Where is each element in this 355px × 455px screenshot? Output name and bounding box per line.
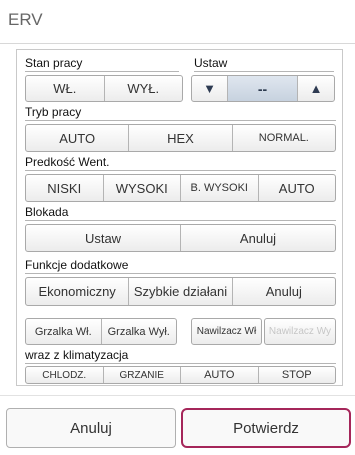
heater-toggle: Grzalka Wł. Grzalka Wył. [25, 318, 177, 345]
mode-label: Tryb pracy [25, 105, 82, 119]
status-toggle: WŁ. WYŁ. [25, 75, 183, 102]
title-bar: ERV [0, 0, 355, 44]
extra-functions-selector: Ekonomiczny Szybkie działani Anuluj [25, 277, 336, 306]
fan-auto-button[interactable]: AUTO [259, 175, 336, 201]
ac-heat-button[interactable]: GRZANIE [104, 367, 181, 383]
lock-cancel-button[interactable]: Anuluj [181, 225, 335, 251]
ac-divider [25, 363, 336, 364]
status-label: Stan pracy [25, 56, 83, 70]
ac-label: wraz z klimatyzacja [25, 348, 129, 362]
fan-speed-divider [25, 170, 336, 171]
status-divider [25, 71, 179, 72]
lock-divider [25, 220, 336, 221]
window-title: ERV [8, 10, 43, 29]
extra-functions-label: Funkcje dodatkowe [25, 258, 129, 272]
decrease-arrow-icon[interactable]: ▼ [192, 76, 228, 101]
mode-hex-button[interactable]: HEX [129, 125, 233, 151]
lock-set-button[interactable]: Ustaw [26, 225, 181, 251]
humidifier-off-button[interactable]: Nawilzacz Wy [264, 318, 336, 345]
fan-very-high-button[interactable]: B. WYSOKI [181, 175, 259, 201]
setting-value: -- [228, 76, 298, 101]
quick-action-button[interactable]: Szybkie działani [129, 278, 233, 305]
ac-mode-selector: CHLODZ. GRZANIE AUTO STOP [25, 366, 336, 384]
economy-button[interactable]: Ekonomiczny [26, 278, 130, 305]
ac-auto-button[interactable]: AUTO [181, 367, 259, 383]
mode-selector: AUTO HEX NORMAL. [25, 124, 336, 152]
increase-arrow-icon[interactable]: ▲ [298, 76, 334, 101]
mode-auto-button[interactable]: AUTO [26, 125, 130, 151]
settings-panel: Stan pracy WŁ. WYŁ. Ustaw ▼ -- ▲ Tryb pr… [16, 49, 343, 386]
cancel-button[interactable]: Anuluj [6, 408, 176, 448]
heater-on-button[interactable]: Grzalka Wł. [26, 319, 102, 344]
extra-cancel-button[interactable]: Anuluj [233, 278, 335, 305]
status-on-button[interactable]: WŁ. [26, 76, 105, 101]
setting-label: Ustaw [194, 56, 228, 70]
fan-speed-selector: NISKI WYSOKI B. WYSOKI AUTO [25, 174, 336, 202]
humidifier-on-button[interactable]: Nawilzacz Wł [191, 318, 262, 345]
fan-high-button[interactable]: WYSOKI [104, 175, 181, 201]
mode-divider [25, 120, 336, 121]
lock-selector: Ustaw Anuluj [25, 224, 336, 252]
fan-low-button[interactable]: NISKI [26, 175, 104, 201]
ac-stop-button[interactable]: STOP [259, 367, 336, 383]
confirm-button[interactable]: Potwierdz [181, 408, 351, 448]
mode-normal-button[interactable]: NORMAL. [233, 125, 335, 151]
fan-speed-label: Predkość Went. [25, 155, 110, 169]
heater-off-button[interactable]: Grzalka Wył. [102, 319, 177, 344]
ac-cool-button[interactable]: CHLODZ. [26, 367, 104, 383]
extra-functions-divider [25, 273, 336, 274]
setting-divider [194, 71, 334, 72]
status-off-button[interactable]: WYŁ. [105, 76, 183, 101]
lock-label: Blokada [25, 205, 69, 219]
setting-stepper: ▼ -- ▲ [191, 75, 335, 102]
footer-divider [0, 395, 355, 396]
